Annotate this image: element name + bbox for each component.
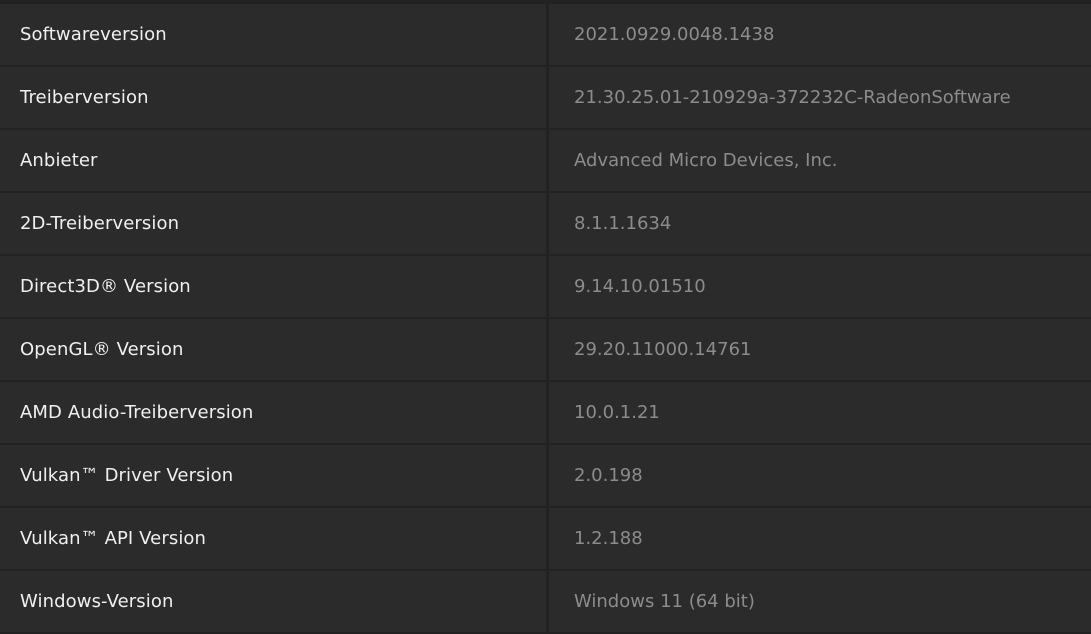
table-row: Softwareversion 2021.0929.0048.1438 — [0, 4, 1091, 65]
row-value: 2021.0929.0048.1438 — [549, 4, 1091, 65]
table-row: Vulkan™ Driver Version 2.0.198 — [0, 445, 1091, 506]
table-row: Treiberversion 21.30.25.01-210929a-37223… — [0, 67, 1091, 128]
row-label: Vulkan™ API Version — [0, 508, 546, 569]
table-row: AMD Audio-Treiberversion 10.0.1.21 — [0, 382, 1091, 443]
row-label: Vulkan™ Driver Version — [0, 445, 546, 506]
row-value: Advanced Micro Devices, Inc. — [549, 130, 1091, 191]
row-label: Anbieter — [0, 130, 546, 191]
row-value: 1.2.188 — [549, 508, 1091, 569]
row-value: 8.1.1.1634 — [549, 193, 1091, 254]
row-label: AMD Audio-Treiberversion — [0, 382, 546, 443]
row-label: Softwareversion — [0, 4, 546, 65]
row-label: OpenGL® Version — [0, 319, 546, 380]
table-row: Windows-Version Windows 11 (64 bit) — [0, 571, 1091, 632]
row-label: Windows-Version — [0, 571, 546, 632]
table-row: Vulkan™ API Version 1.2.188 — [0, 508, 1091, 569]
row-label: 2D-Treiberversion — [0, 193, 546, 254]
row-value: Windows 11 (64 bit) — [549, 571, 1091, 632]
system-info-table: Softwareversion 2021.0929.0048.1438 Trei… — [0, 4, 1091, 634]
row-value: 21.30.25.01-210929a-372232C-RadeonSoftwa… — [549, 67, 1091, 128]
table-row: OpenGL® Version 29.20.11000.14761 — [0, 319, 1091, 380]
table-row: Direct3D® Version 9.14.10.01510 — [0, 256, 1091, 317]
table-row: Anbieter Advanced Micro Devices, Inc. — [0, 130, 1091, 191]
row-label: Treiberversion — [0, 67, 546, 128]
row-value: 29.20.11000.14761 — [549, 319, 1091, 380]
row-label: Direct3D® Version — [0, 256, 546, 317]
row-value: 2.0.198 — [549, 445, 1091, 506]
table-row: 2D-Treiberversion 8.1.1.1634 — [0, 193, 1091, 254]
row-value: 10.0.1.21 — [549, 382, 1091, 443]
row-value: 9.14.10.01510 — [549, 256, 1091, 317]
